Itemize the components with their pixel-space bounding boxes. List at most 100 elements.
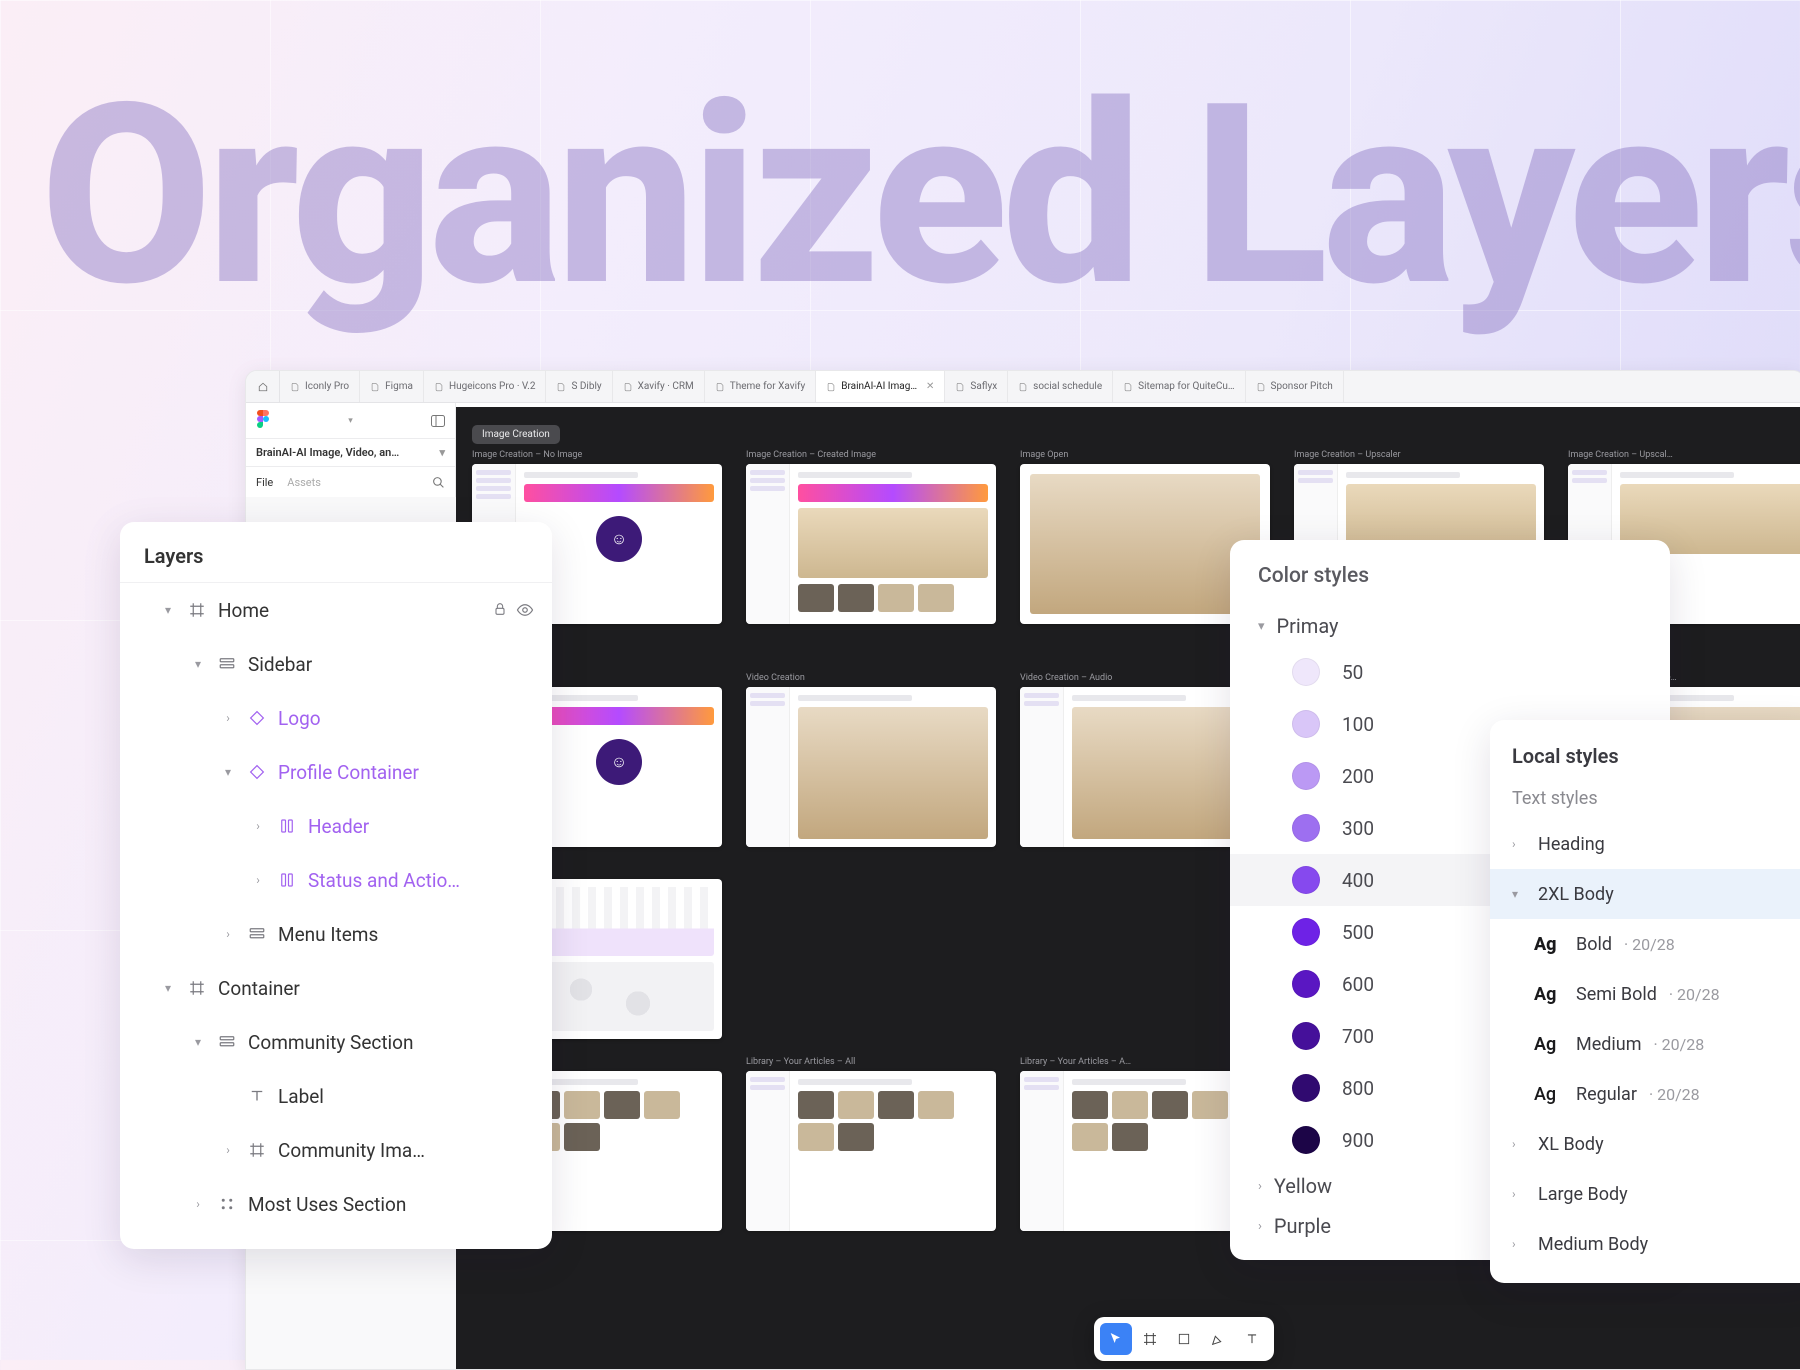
text-style[interactable]: AgBold · 20/28 (1490, 919, 1800, 969)
text-style-label: 2XL Body (1538, 884, 1614, 905)
tab[interactable]: Iconly Pro (280, 371, 360, 402)
layer-label: Most Uses Section (248, 1193, 534, 1216)
lock-icon[interactable] (492, 601, 508, 619)
project-name[interactable]: BrainAI-AI Image, Video, an… ▾ (246, 439, 456, 467)
chevron-icon[interactable]: ▾ (220, 765, 236, 779)
local-styles-title: Local styles (1490, 744, 1800, 784)
panel-toggle-icon[interactable] (431, 415, 445, 427)
canvas-frame[interactable]: Image Creation – Created Image (746, 450, 996, 624)
chevron-icon[interactable]: › (250, 819, 266, 833)
layer-label: Logo (278, 707, 534, 730)
tab[interactable]: Hugeicons Pro · V.2 (424, 371, 547, 402)
chevron-icon[interactable]: › (220, 927, 236, 941)
layer-row[interactable]: ▾ Profile Container (120, 745, 552, 799)
layer-row[interactable]: › Logo (120, 691, 552, 745)
layer-row[interactable]: ›Community Ima… (120, 1123, 552, 1177)
color-swatch (1292, 710, 1320, 738)
close-icon[interactable]: ✕ (926, 381, 934, 392)
chevron-icon: › (1512, 1187, 1526, 1201)
color-label: 500 (1342, 921, 1374, 944)
color-label: 50 (1342, 661, 1363, 684)
layer-row[interactable]: ▾ Home (120, 583, 552, 637)
text-style[interactable]: AgRegular · 20/28 (1490, 1069, 1800, 1119)
color-swatch (1292, 658, 1320, 686)
ag-sample: Ag (1534, 1034, 1564, 1055)
chevron-icon[interactable]: ▾ (190, 1035, 206, 1049)
layer-row[interactable]: › Most Uses Section (120, 1177, 552, 1231)
search-icon[interactable] (432, 476, 445, 489)
text-style-group[interactable]: ›XL Body (1490, 1119, 1800, 1169)
chevron-icon[interactable]: › (250, 873, 266, 887)
color-label: 900 (1342, 1129, 1374, 1152)
chevron-down-icon[interactable]: ▾ (348, 416, 353, 426)
layer-row[interactable]: Label (120, 1069, 552, 1123)
layer-label: Profile Container (278, 761, 534, 784)
layer-row[interactable]: ▾ Sidebar (120, 637, 552, 691)
text-style-label: Large Body (1538, 1184, 1628, 1205)
chevron-icon[interactable]: › (220, 1143, 236, 1157)
text-style-group[interactable]: › Large Body (1490, 1169, 1800, 1219)
layer-label: Label (278, 1085, 534, 1108)
color-group[interactable]: ▾Primay (1230, 606, 1670, 646)
assets-tab[interactable]: Assets (287, 476, 321, 489)
sidebar-mode-tabs: File Assets (246, 467, 456, 497)
text-style[interactable]: AgSemi Bold · 20/28 (1490, 969, 1800, 1019)
text-style-label: Heading (1538, 834, 1605, 855)
chevron-icon[interactable]: ▾ (160, 981, 176, 995)
chevron-icon: › (1258, 1179, 1262, 1194)
color-row[interactable]: 50 (1230, 646, 1670, 698)
frame-label: Image Creation – No Image (472, 450, 722, 460)
layer-row[interactable]: ›Menu Items (120, 907, 552, 961)
canvas-frame[interactable]: Library – Your Articles – All (746, 1057, 996, 1231)
layer-row[interactable]: ›Status and Actio… (120, 853, 552, 907)
layer-row[interactable]: ▾Community Section (120, 1015, 552, 1069)
tab[interactable]: BrainAI-AI Imag…✕ (816, 371, 945, 402)
file-tab[interactable]: File (256, 476, 273, 489)
chevron-icon[interactable]: › (220, 711, 236, 725)
eye-icon[interactable] (516, 601, 534, 619)
layer-row[interactable]: › Header (120, 799, 552, 853)
tab[interactable]: Figma (360, 371, 424, 402)
text-tool[interactable] (1236, 1323, 1268, 1355)
tab[interactable]: Sponsor Pitch (1246, 371, 1344, 402)
frame-tool[interactable] (1134, 1323, 1166, 1355)
color-label: 700 (1342, 1025, 1374, 1048)
local-styles-panel: Local styles Text styles ›Heading▾2XL Bo… (1490, 720, 1800, 1283)
section-chip[interactable]: Image Creation (472, 425, 560, 444)
diamond-icon (246, 709, 268, 727)
text-styles-subhead: Text styles (1490, 784, 1800, 819)
shape-tool[interactable] (1168, 1323, 1200, 1355)
layer-row[interactable]: ▾Container (120, 961, 552, 1015)
chevron-icon[interactable]: › (190, 1197, 206, 1211)
tab[interactable]: Xavify · CRM (613, 371, 705, 402)
tab[interactable]: Theme for Xavify (705, 371, 817, 402)
frame-label: Image Open (1020, 450, 1270, 460)
move-tool[interactable] (1100, 1323, 1132, 1355)
layer-label: Header (308, 815, 534, 838)
text-style-meta: · 20/28 (1669, 985, 1720, 1004)
tab[interactable]: Saflyx (945, 371, 1008, 402)
ag-sample: Ag (1534, 1084, 1564, 1105)
color-label: 600 (1342, 973, 1374, 996)
tab[interactable]: social schedule (1008, 371, 1113, 402)
text-style-meta: · 20/28 (1624, 935, 1675, 954)
chevron-icon: › (1512, 1237, 1526, 1251)
chevron-icon: ▾ (1512, 887, 1526, 901)
text-style-group[interactable]: ›Medium Body (1490, 1219, 1800, 1269)
layer-label: Sidebar (248, 653, 534, 676)
canvas-frame[interactable]: Video Creation (746, 673, 996, 847)
text-style-group[interactable]: ›Heading (1490, 819, 1800, 869)
tab[interactable]: S Dibly (546, 371, 612, 402)
chevron-icon[interactable]: ▾ (190, 657, 206, 671)
text-style-group[interactable]: ▾ 2XL Body (1490, 869, 1800, 919)
bottom-toolbar (1094, 1317, 1274, 1361)
color-swatch (1292, 814, 1320, 842)
text-style[interactable]: AgMedium · 20/28 (1490, 1019, 1800, 1069)
pen-tool[interactable] (1202, 1323, 1234, 1355)
layer-label: Home (218, 599, 482, 622)
chevron-icon[interactable]: ▾ (160, 603, 176, 617)
tab[interactable]: Sitemap for QuiteCu… (1113, 371, 1245, 402)
color-swatch (1292, 970, 1320, 998)
color-group-label: Purple (1274, 1214, 1331, 1238)
home-tab[interactable] (246, 371, 280, 402)
